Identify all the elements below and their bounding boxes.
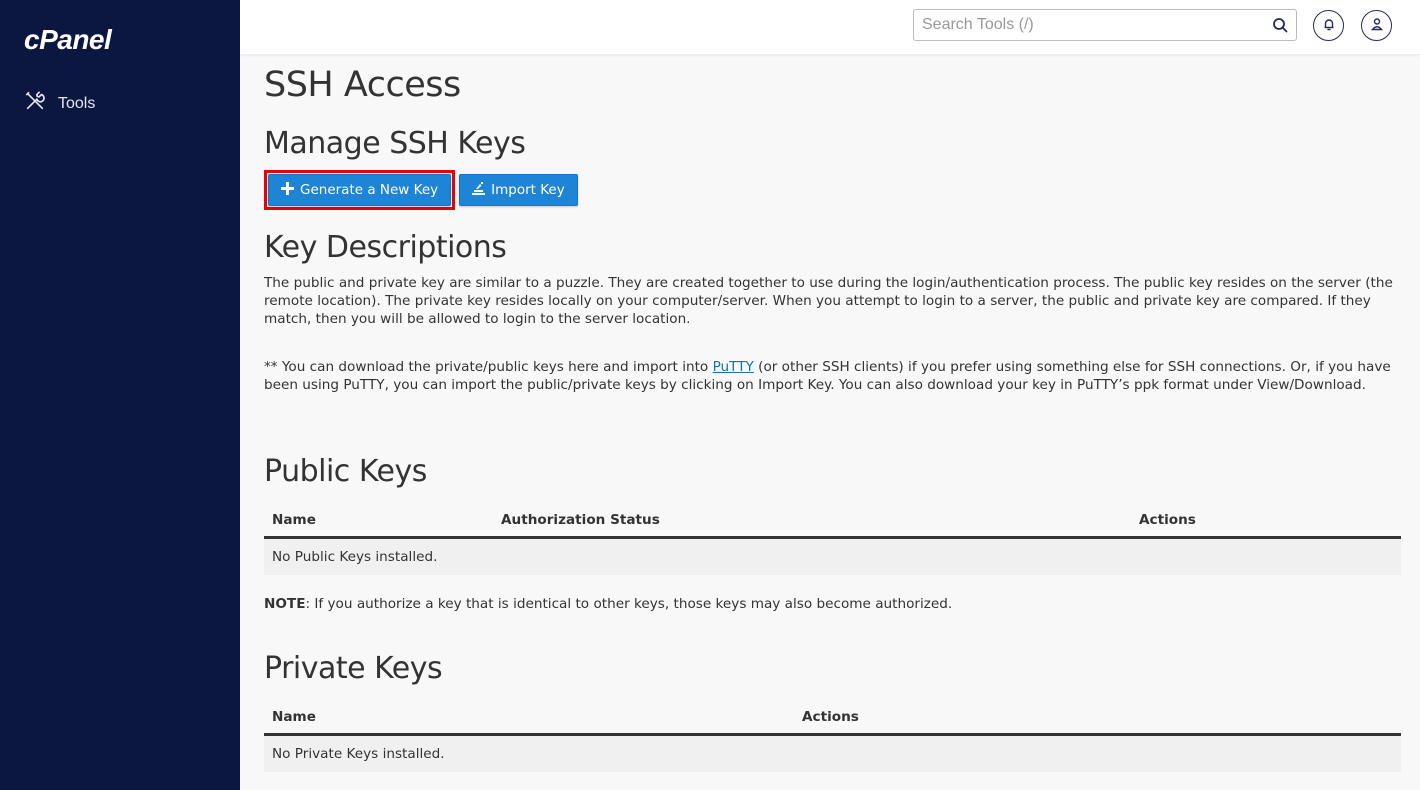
sidebar: cPanel Tools: [0, 0, 240, 790]
key-descriptions-heading: Key Descriptions: [264, 230, 507, 265]
putty-note: ** You can download the private/public k…: [264, 358, 1401, 394]
plus-icon: [281, 181, 294, 199]
page-title: SSH Access: [264, 65, 461, 105]
table-row: No Private Keys installed.: [264, 734, 1401, 772]
search-icon[interactable]: [1272, 17, 1288, 33]
column-header-actions: Actions: [1131, 504, 1401, 539]
column-header-name: Name: [264, 504, 493, 539]
notifications-button[interactable]: [1313, 10, 1344, 41]
import-label: Import Key: [491, 182, 565, 198]
sidebar-item-tools[interactable]: Tools: [24, 90, 95, 117]
generate-label: Generate a New Key: [300, 182, 439, 198]
public-keys-heading: Public Keys: [264, 454, 427, 489]
note-text: : If you authorize a key that is identic…: [305, 596, 953, 612]
import-key-button[interactable]: Import Key: [459, 174, 578, 206]
private-keys-heading: Private Keys: [264, 651, 443, 686]
key-description-text: The public and private key are similar t…: [264, 275, 1393, 327]
search-input[interactable]: [914, 10, 1254, 40]
column-header-actions: Actions: [794, 701, 1401, 736]
user-menu-button[interactable]: [1361, 10, 1392, 41]
note-label: NOTE: [264, 596, 306, 612]
column-header-authorization-status: Authorization Status: [493, 504, 1131, 539]
tools-icon: [24, 90, 46, 117]
topbar: [240, 0, 1420, 54]
import-icon: [472, 181, 486, 199]
generate-new-key-button[interactable]: Generate a New Key: [268, 174, 452, 206]
manage-ssh-keys-heading: Manage SSH Keys: [264, 126, 526, 161]
private-keys-table: Name Actions No Private Keys installed.: [264, 701, 1401, 772]
authorization-note: NOTE: If you authorize a key that is ide…: [264, 595, 1401, 613]
table-row: No Public Keys installed.: [264, 537, 1401, 575]
putty-link[interactable]: PuTTY: [713, 359, 754, 375]
empty-private-keys-message: No Private Keys installed.: [264, 734, 1401, 772]
empty-public-keys-message: No Public Keys installed.: [264, 537, 1401, 575]
search-box: [913, 9, 1297, 41]
sidebar-item-label: Tools: [58, 94, 96, 112]
bell-icon: [1322, 16, 1336, 35]
cpanel-logo[interactable]: cPanel: [24, 24, 112, 56]
key-actions: Generate a New Key Import Key: [264, 170, 1401, 210]
public-keys-table: Name Authorization Status Actions No Pub…: [264, 504, 1401, 575]
highlight-box: Generate a New Key: [264, 170, 456, 210]
user-icon: [1370, 16, 1384, 35]
main-content: SSH Access Manage SSH Keys Generate a Ne…: [264, 54, 1401, 772]
putty-text-before: ** You can download the private/public k…: [264, 359, 713, 375]
column-header-name: Name: [264, 701, 794, 736]
